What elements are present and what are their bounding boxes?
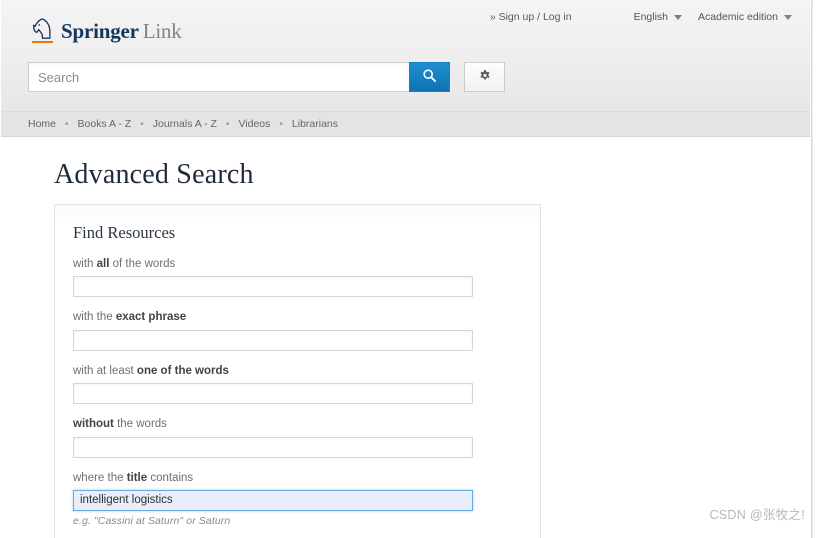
nav-separator: • (279, 118, 283, 130)
search-submit-button[interactable] (409, 62, 450, 92)
nav-separator: • (225, 118, 230, 130)
field-label-title-contains: where the title contains (73, 471, 194, 484)
nav-item-journals-a-z[interactable]: Journals A - Z (153, 118, 217, 130)
gear-icon (478, 69, 492, 86)
chevron-down-icon (674, 14, 683, 20)
nav-item-books-a-z[interactable]: Books A - Z (78, 118, 132, 130)
field-label-all-words: with all of the words (73, 258, 176, 270)
signup-login-link[interactable]: » Sign up / Log in (486, 9, 576, 25)
nav-separator: • (65, 118, 69, 130)
nav-item-videos[interactable]: Videos (238, 118, 270, 130)
field-input-all-words[interactable] (73, 276, 473, 298)
field-input-without-words[interactable] (73, 436, 473, 458)
page-right-gutter (812, 0, 831, 538)
field-hint-title-contains: e.g. "Cassini at Saturn" or Saturn (73, 514, 231, 527)
nav-item-home[interactable]: Home (28, 118, 56, 130)
global-search-input[interactable] (28, 62, 409, 92)
springer-knight-icon (32, 17, 54, 43)
find-resources-card: Find Resources with all of the words wit… (54, 204, 541, 538)
site-header: Springer Link » Sign up / Log in English … (1, 0, 810, 112)
field-input-one-of-words[interactable] (73, 383, 473, 405)
logo-text-link: Link (142, 19, 182, 43)
card-title: Find Resources (73, 223, 176, 242)
field-label-without-words: without the words (73, 418, 167, 431)
field-group-exact-phrase: with the exact phrase (73, 310, 520, 351)
field-input-exact-phrase[interactable] (73, 329, 473, 351)
chevron-down-icon (784, 14, 792, 20)
language-label: English (633, 11, 669, 23)
field-label-one-of-words: with at least one of the words (73, 364, 229, 377)
primary-nav: Home • Books A - Z • Journals A - Z • Vi… (1, 112, 810, 137)
field-label-exact-phrase: with the exact phrase (73, 311, 187, 324)
watermark-text: CSDN @张牧之! (709, 508, 805, 522)
page-title: Advanced Search (54, 159, 254, 190)
field-input-title-contains[interactable] (73, 489, 473, 511)
field-group-title-contains: where the title contains e.g. "Cassini a… (73, 471, 520, 527)
field-group-all-words: with all of the words (73, 257, 520, 298)
edition-label: Academic edition (698, 11, 778, 23)
nav-item-librarians[interactable]: Librarians (292, 118, 338, 130)
logo-text-springer: Springer (61, 19, 139, 43)
search-icon (422, 68, 437, 86)
language-selector[interactable]: English (630, 9, 686, 25)
nav-separator: • (140, 118, 144, 130)
search-settings-button[interactable] (464, 62, 505, 92)
utility-bar: » Sign up / Log in English Academic edit… (486, 9, 796, 25)
screenshot-root: Springer Link » Sign up / Log in English … (0, 0, 831, 538)
global-search-row (28, 62, 505, 92)
field-group-one-of-words: with at least one of the words (73, 364, 520, 405)
main-content: Advanced Search Find Resources with all … (1, 138, 810, 538)
field-group-without-words: without the words (73, 417, 520, 458)
edition-selector[interactable]: Academic edition (694, 9, 796, 25)
springer-link-logo[interactable]: Springer Link (32, 17, 182, 43)
page-canvas: Springer Link » Sign up / Log in English … (0, 0, 812, 538)
